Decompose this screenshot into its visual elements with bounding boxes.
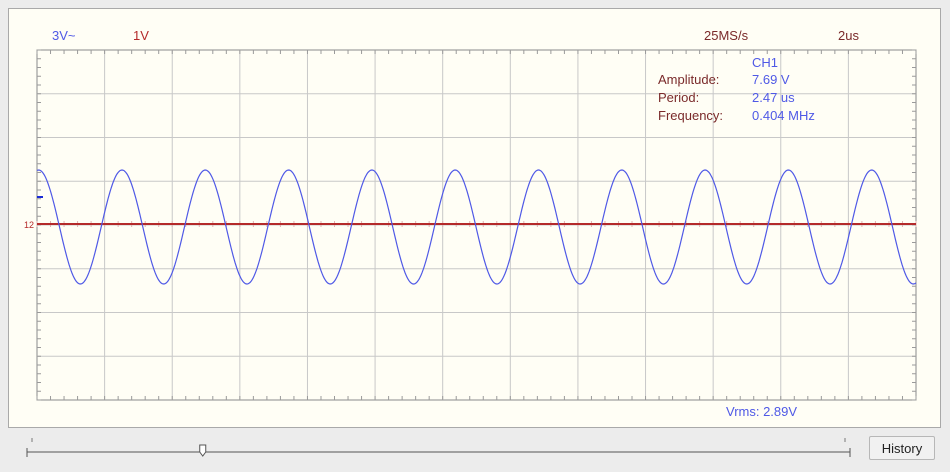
amplitude-value: 7.69 V xyxy=(752,72,790,87)
measure-channel: CH1 xyxy=(752,55,779,70)
period-label: Period: xyxy=(658,90,700,105)
history-button[interactable]: History xyxy=(869,436,935,460)
amplitude-label: Amplitude: xyxy=(658,72,720,87)
period-value: 2.47 us xyxy=(752,90,795,105)
oscilloscope-display: 12 xyxy=(24,49,917,457)
frequency-label: Frequency: xyxy=(658,108,724,123)
ch1-ground-marker xyxy=(37,196,43,198)
ch2-level-marker: 12 xyxy=(24,220,34,230)
history-slider[interactable] xyxy=(26,438,851,457)
vrms-readout: Vrms: 2.89V xyxy=(726,404,798,419)
frequency-value: 0.404 MHz xyxy=(752,108,815,123)
history-slider-thumb xyxy=(199,444,207,457)
